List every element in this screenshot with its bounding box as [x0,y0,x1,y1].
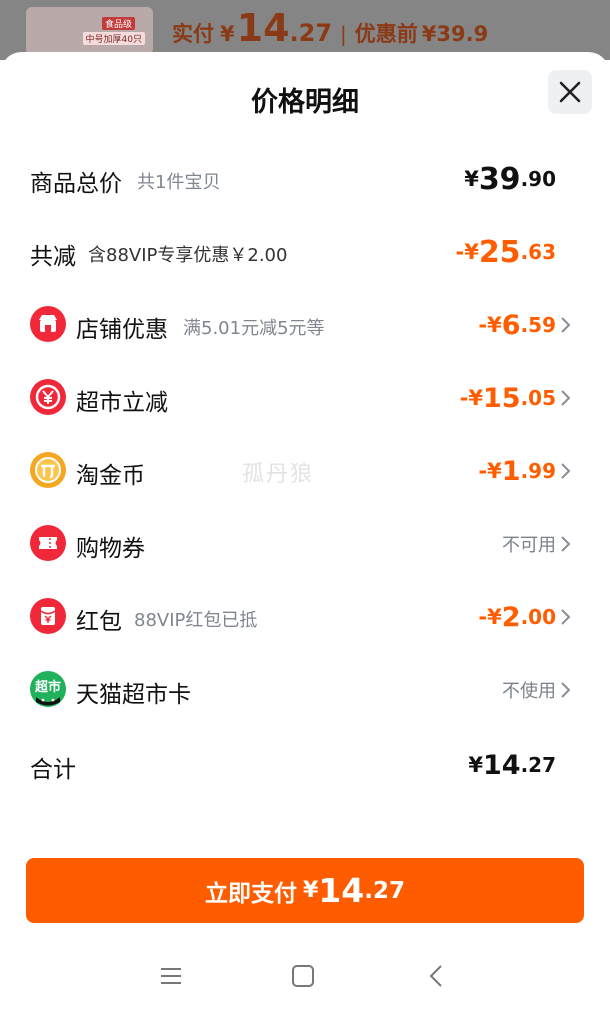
minus-sign: - [459,386,469,410]
amount-int: 39 [478,161,521,197]
row-label: 店铺优惠 [76,317,168,343]
row-status: 不可用 [502,535,556,556]
row-label: 共减 [30,244,76,270]
row-amount: ¥14.27 [468,740,556,790]
pay-amount-int: 14 [318,871,365,910]
close-button[interactable] [548,70,592,114]
row-label: 红包 [76,609,122,635]
ticket-icon [30,525,66,561]
row-red-packet[interactable]: 红包 88VIP红包已抵 - ¥2.00 [0,592,610,642]
paid-price-dec: .27 [289,19,333,47]
row-label: 购物券 [76,536,145,562]
pay-amount-dec: .27 [364,877,405,904]
amount-dec: .05 [520,386,556,410]
currency: ¥ [487,605,502,629]
amount-int: 14 [482,749,521,781]
amount-dec: .90 [520,167,556,191]
row-label: 合计 [30,757,76,783]
currency: ¥ [487,459,502,483]
back-icon[interactable] [426,964,446,988]
shop-icon [30,306,66,342]
top-price: 实付 ¥ 14 .27 | 优惠前 ¥39.9 [172,6,488,52]
amount-int: 6 [501,309,521,341]
currency: ¥ [464,240,479,264]
row-amount: - ¥15.05 [460,373,556,423]
row-sub: 满5.01元减5元等 [183,318,325,339]
amount-dec: .27 [520,753,556,777]
close-icon [559,81,581,103]
coin-icon [30,452,66,488]
price-detail-sheet: 价格明细 商品总价 共1件宝贝 ¥39.90 共减 含88VIP专享优惠￥2.0… [0,52,610,1017]
amount-int: 2 [501,601,521,633]
system-nav-bar [0,952,610,1012]
chevron-right-icon [561,536,571,552]
original-price: ¥39.9 [421,22,489,46]
chevron-right-icon [561,463,571,479]
amount-int: 25 [478,234,521,270]
amount-int: 15 [482,382,521,414]
minus-sign: - [455,240,465,264]
row-sub: 88VIP红包已抵 [134,610,258,631]
amount-int: 1 [501,455,521,487]
paid-label: 实付 [172,22,214,46]
minus-sign: - [478,459,488,483]
menu-icon[interactable] [159,964,183,988]
row-label: 淘金币 [76,463,145,489]
row-sub: 含88VIP专享优惠￥2.00 [88,245,288,266]
thumb-tag-grade: 食品级 [101,17,135,30]
red-packet-icon [30,598,66,634]
sheet-title: 价格明细 [251,87,359,118]
amount-dec: .59 [520,313,556,337]
chevron-right-icon [561,609,571,625]
row-sub: 共1件宝贝 [137,172,221,193]
paid-currency: ¥ [220,22,235,46]
row-tmall-supermarket-card[interactable]: 超市 天猫超市卡 不使用 [0,665,610,715]
minus-sign: - [478,605,488,629]
row-total-discount: 共减 含88VIP专享优惠￥2.00 - ¥25.63 [0,227,610,277]
amount-dec: .00 [520,605,556,629]
product-summary-bar: 食品级 中号加厚40只 实付 ¥ 14 .27 | 优惠前 ¥39.9 [0,0,610,60]
chevron-right-icon [561,317,571,333]
amount-dec: .99 [520,459,556,483]
row-label: 超市立减 [76,390,168,416]
amount-dec: .63 [520,240,556,264]
currency: ¥ [468,753,483,777]
row-amount: - ¥6.59 [478,300,556,350]
row-label: 天猫超市卡 [76,682,191,708]
thumb-tag-size: 中号加厚40只 [82,32,145,45]
paid-price-int: 14 [236,6,290,50]
pay-button-label: 立即支付 [205,880,297,907]
row-total: 合计 ¥14.27 [0,740,610,790]
row-goods-total: 商品总价 共1件宝贝 ¥39.90 [0,154,610,204]
currency: ¥ [487,313,502,337]
pay-currency: ¥ [303,878,319,903]
currency: ¥ [464,167,479,191]
price-separator: | [340,22,347,46]
chevron-right-icon [561,682,571,698]
row-amount: - ¥25.63 [455,227,556,277]
original-label: 优惠前 [354,22,418,46]
supermarket-card-icon: 超市 [30,671,66,707]
watermark: 孤丹狼 [242,462,315,487]
minus-sign: - [478,313,488,337]
row-shop-discount[interactable]: 店铺优惠 满5.01元减5元等 - ¥6.59 [0,300,610,350]
chevron-right-icon [561,390,571,406]
row-supermarket-discount[interactable]: 超市立减 - ¥15.05 [0,373,610,423]
row-amount: ¥39.90 [464,154,556,204]
home-icon[interactable] [291,964,315,988]
row-status: 不使用 [502,681,556,702]
yuan-discount-icon [30,379,66,415]
row-amount: - ¥2.00 [478,592,556,642]
row-shopping-voucher[interactable]: 购物券 不可用 [0,519,610,569]
product-thumbnail: 食品级 中号加厚40只 [26,7,153,55]
icon-text: 超市 [34,680,61,695]
row-label: 商品总价 [30,171,122,197]
row-amount: - ¥1.99 [478,446,556,496]
currency: ¥ [468,386,483,410]
pay-now-button[interactable]: 立即支付 ¥ 14 .27 [26,858,584,923]
